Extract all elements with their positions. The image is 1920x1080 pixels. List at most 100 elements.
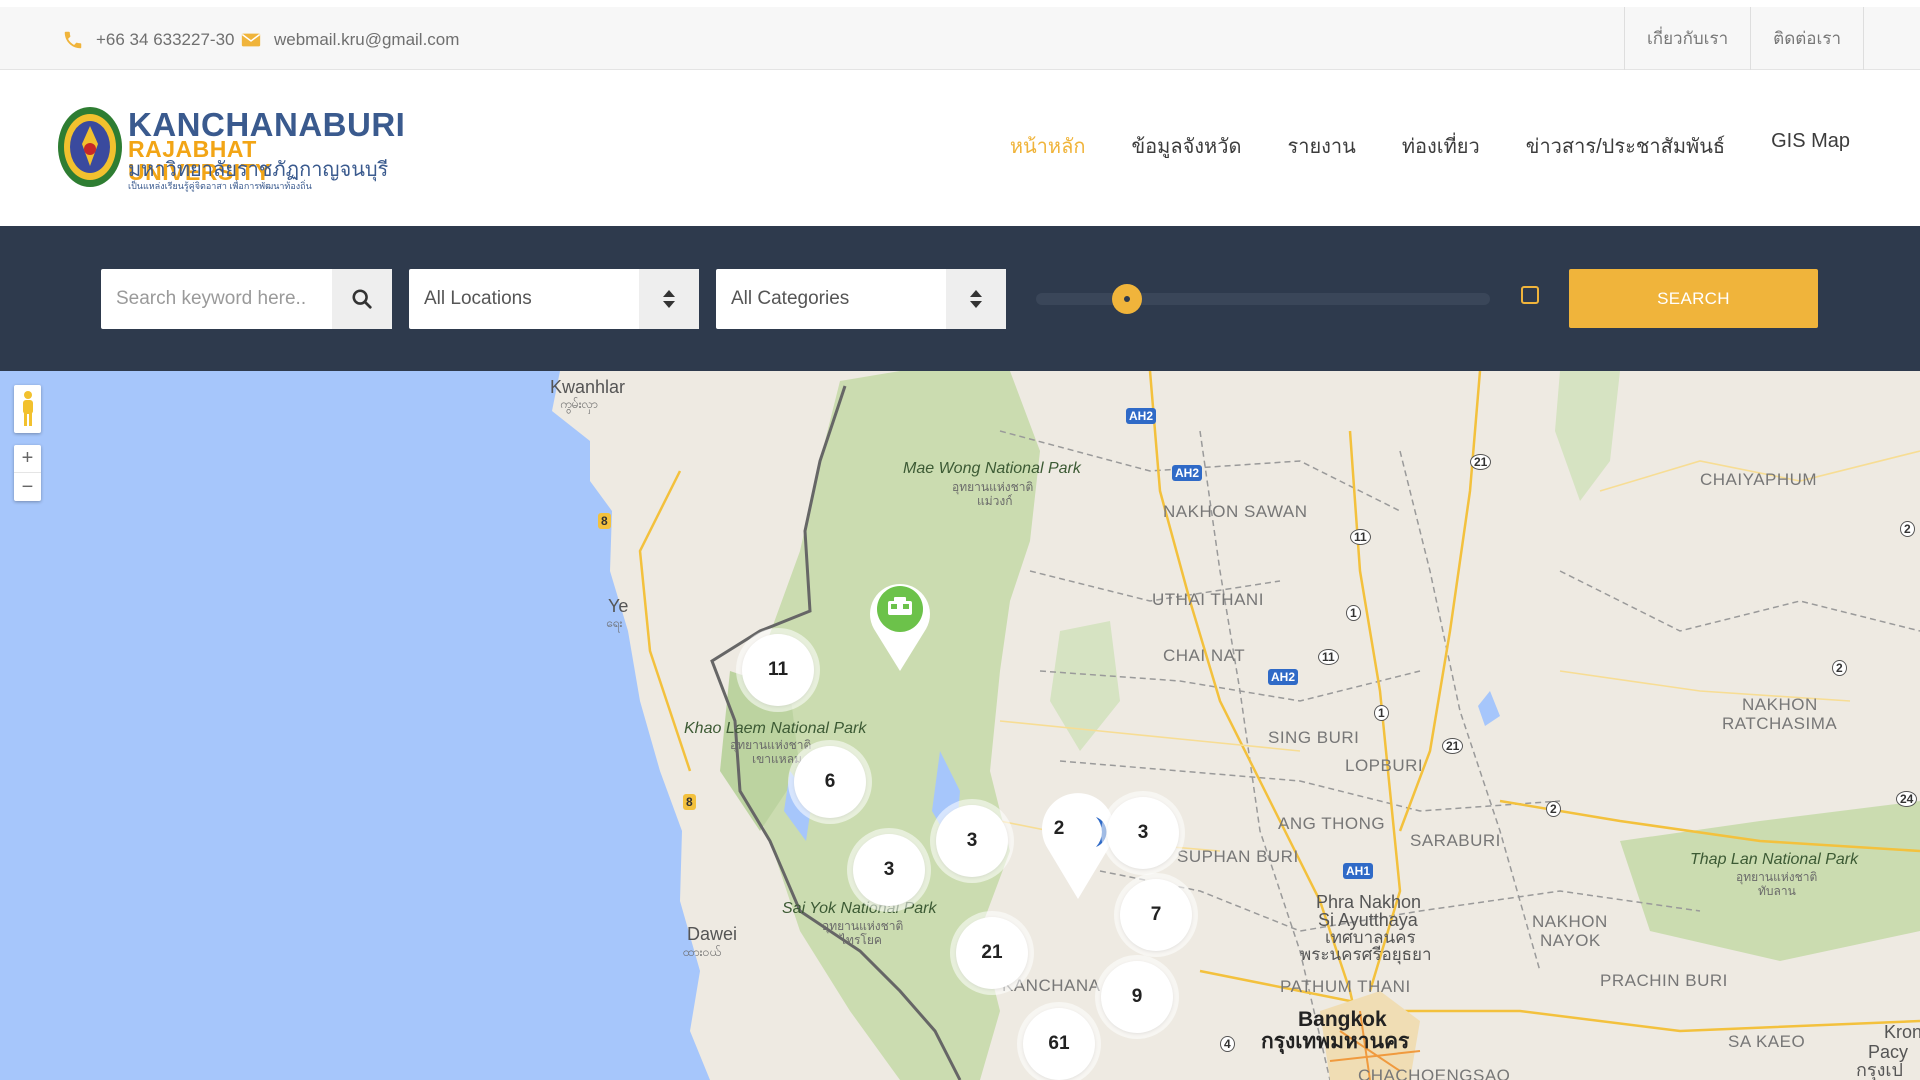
category-select-value: All Categories xyxy=(731,288,850,309)
email-contact[interactable]: webmail.kru@gmail.com xyxy=(240,25,459,55)
map-label-ye-mm: ရေး xyxy=(606,616,623,630)
map-label-nakhon-ratchasima2: RATCHASIMA xyxy=(1722,714,1838,733)
marker-cluster[interactable]: 11 xyxy=(742,634,814,706)
main-nav: หน้าหลัก ข้อมูลจังหวัด รายงาน ท่องเที่ยว… xyxy=(1010,130,1850,162)
sort-arrows-icon xyxy=(970,290,982,308)
keyword-search-field xyxy=(101,269,392,329)
route-shield: 2 xyxy=(1900,521,1915,537)
search-bar: All Locations All Categories SEARCH xyxy=(0,226,1920,371)
site-header: KANCHANABURI RAJABHAT UNIVERSITY มหาวิทย… xyxy=(0,70,1920,226)
filter-checkbox[interactable] xyxy=(1521,286,1539,304)
map-label-khao-laem: Khao Laem National Park xyxy=(684,720,867,737)
zoom-in-button[interactable]: + xyxy=(14,445,41,473)
map-label-dawei-mm: ထားဝယ် xyxy=(683,945,721,959)
map-label-chaiyaphum: CHAIYAPHUM xyxy=(1700,470,1818,489)
map-label-sa-kaeo: SA KAEO xyxy=(1728,1032,1806,1051)
map-label-sing-buri: SING BURI xyxy=(1268,728,1360,747)
map-label-bangkok: Bangkok xyxy=(1298,1008,1387,1031)
map-label-kron-th: กรุงเป xyxy=(1856,1060,1903,1080)
map-label-ye: Ye xyxy=(608,596,629,616)
about-link[interactable]: เกี่ยวกับเรา xyxy=(1623,7,1750,70)
location-select[interactable]: All Locations xyxy=(409,269,699,329)
top-contact-bar: +66 34 633227-30 webmail.kru@gmail.com เ… xyxy=(0,0,1920,70)
map-label-khao-laem-th: อุทยานแห่งชาติ xyxy=(730,738,812,752)
top-links: เกี่ยวกับเรา ติดต่อเรา xyxy=(1623,7,1864,70)
map-label-dawei: Dawei xyxy=(687,924,738,944)
marker-cluster[interactable]: 3 xyxy=(853,834,925,906)
search-icon xyxy=(352,289,372,309)
map-label-sai-yok: Sai Yok National Park xyxy=(782,900,937,917)
radius-slider-handle[interactable] xyxy=(1111,284,1142,314)
nav-province-info[interactable]: ข้อมูลจังหวัด xyxy=(1131,130,1241,162)
sort-arrows-icon xyxy=(663,290,675,308)
route-shield: AH2 xyxy=(1268,669,1299,685)
marker-cluster[interactable]: 61 xyxy=(1023,1008,1095,1080)
pegman-icon xyxy=(22,391,33,426)
marker-cluster[interactable]: 2 xyxy=(1023,793,1095,865)
map-label-saraburi: SARABURI xyxy=(1410,831,1501,850)
map-label-mae-wong-th2: แม่วงก์ xyxy=(977,494,1013,508)
map-label-thap-lan-th: อุทยานแห่งชาติ xyxy=(1736,870,1818,884)
zoom-control: + − xyxy=(14,445,41,501)
marker-cluster[interactable]: 7 xyxy=(1120,879,1192,951)
nav-gis-map[interactable]: GIS Map xyxy=(1771,130,1850,162)
contact-link[interactable]: ติดต่อเรา xyxy=(1750,7,1864,70)
category-select-toggle[interactable] xyxy=(946,269,1006,329)
marker-cluster[interactable]: 9 xyxy=(1101,961,1173,1033)
map-label-prachin-buri: PRACHIN BURI xyxy=(1600,971,1728,990)
nav-tourism[interactable]: ท่องเที่ยว xyxy=(1402,130,1480,162)
map-label-nakhon-nayok2: NAYOK xyxy=(1540,931,1601,950)
nav-news[interactable]: ข่าวสาร/ประชาสัมพันธ์ xyxy=(1526,130,1725,162)
gis-map[interactable]: + − Kwanhlar ကွမ်းလှာ Ye ရေး Dawei ထားဝယ… xyxy=(0,371,1920,1080)
map-label-ayutthaya-th2: พระนครศรีอยุธยา xyxy=(1300,945,1432,964)
map-label-pathum-thani: PATHUM THANI xyxy=(1280,977,1411,996)
route-shield: 1 xyxy=(1346,605,1361,621)
map-label-lopburi: LOPBURI xyxy=(1345,756,1424,775)
marker-cluster[interactable]: 21 xyxy=(956,917,1028,989)
location-select-toggle[interactable] xyxy=(639,269,699,329)
map-label-sai-yok-th: อุทยานแห่งชาติ xyxy=(822,919,904,933)
university-logo[interactable]: KANCHANABURI RAJABHAT UNIVERSITY มหาวิทย… xyxy=(56,104,405,192)
route-shield: 2 xyxy=(1546,801,1561,817)
radius-slider-track[interactable] xyxy=(1036,284,1490,314)
marker-cluster[interactable]: 3 xyxy=(1107,797,1179,869)
search-input[interactable] xyxy=(101,269,326,329)
route-shield: AH2 xyxy=(1172,465,1203,481)
map-label-chachoengsao: CHACHOENGSAO xyxy=(1358,1066,1511,1080)
marker-cluster[interactable]: 6 xyxy=(794,746,866,818)
map-label-mae-wong-th: อุทยานแห่งชาติ xyxy=(952,480,1034,494)
email-address: webmail.kru@gmail.com xyxy=(274,30,460,49)
route-shield: AH2 xyxy=(1126,408,1157,424)
nav-reports[interactable]: รายงาน xyxy=(1287,130,1355,162)
logo-tagline: เป็นแหล่งเรียนรู้คู่จิตอาสา เพื่อการพัฒน… xyxy=(128,181,312,191)
search-submit-button[interactable] xyxy=(332,269,392,329)
map-label-chai-nat: CHAI NAT xyxy=(1163,646,1246,665)
map-pin-marker[interactable] xyxy=(866,577,934,673)
map-label-kanchanaburi: KANCHANA xyxy=(1002,976,1101,995)
logo-thai-name: มหาวิทยาลัยราชภัฏกาญจนบุรี xyxy=(128,159,389,181)
map-label-bangkok-th: กรุงเทพมหานคร xyxy=(1261,1030,1410,1053)
map-label-suphan-buri: SUPHAN BURI xyxy=(1177,847,1299,866)
university-seal-icon xyxy=(58,107,122,187)
zoom-out-button[interactable]: − xyxy=(14,473,41,501)
phone-contact[interactable]: +66 34 633227-30 xyxy=(62,25,235,55)
map-label-thap-lan: Thap Lan National Park xyxy=(1690,851,1859,868)
map-label-krong: Kron xyxy=(1884,1022,1920,1042)
map-label-mae-wong: Mae Wong National Park xyxy=(903,460,1081,477)
map-label-nakhon-nayok: NAKHON xyxy=(1532,912,1608,931)
search-button[interactable]: SEARCH xyxy=(1569,269,1818,328)
route-shield: 11 xyxy=(1318,649,1339,665)
location-select-value: All Locations xyxy=(424,288,532,309)
category-select[interactable]: All Categories xyxy=(716,269,1006,329)
route-shield: 8 xyxy=(598,513,611,529)
map-label-thap-lan-th2: ทับลาน xyxy=(1758,884,1796,898)
nav-home[interactable]: หน้าหลัก xyxy=(1010,130,1086,162)
route-shield: 1 xyxy=(1374,705,1389,721)
phone-number: +66 34 633227-30 xyxy=(96,30,235,49)
map-label-kwanhlar-mm: ကွမ်းလှာ xyxy=(560,397,598,411)
map-label-khao-laem-th2: เขาแหลม xyxy=(752,752,802,766)
marker-cluster[interactable]: 3 xyxy=(936,805,1008,877)
map-label-nakhon-sawan: NAKHON SAWAN xyxy=(1163,502,1308,521)
route-shield: 8 xyxy=(683,794,696,810)
street-view-pegman[interactable] xyxy=(14,385,41,433)
